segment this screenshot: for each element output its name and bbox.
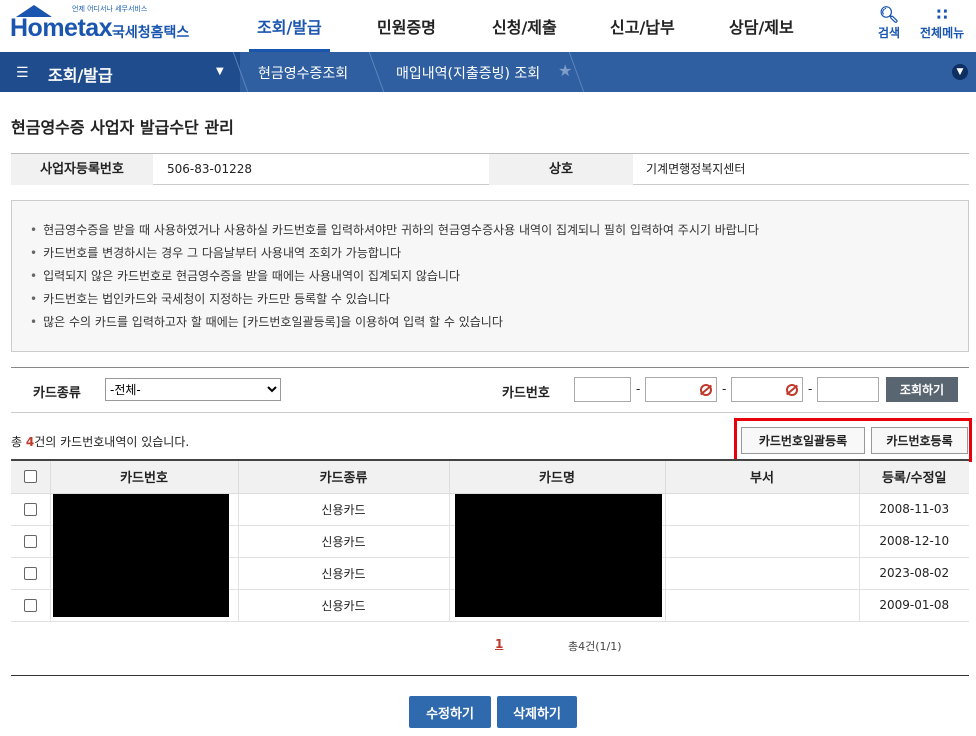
hidden-eye-icon	[786, 384, 798, 396]
search-panel: 카드종류 -전체- 카드번호 - - - 조회하기	[11, 367, 969, 413]
dash-separator: -	[722, 382, 727, 396]
search-icon: 🔍︎	[878, 5, 900, 24]
chevron-down-icon[interactable]: ▼	[952, 64, 968, 80]
delete-button[interactable]: 삭제하기	[497, 696, 577, 728]
card-type-select[interactable]: -전체-	[105, 378, 281, 401]
card-type-cell: 신용카드	[237, 588, 450, 622]
notice-item: 입력되지 않은 카드번호로 현금영수증을 받을 때에는 사용내역이 집계되지 않…	[30, 267, 460, 284]
row-checkbox[interactable]	[23, 599, 37, 612]
date-cell: 2008-12-10	[858, 524, 969, 558]
all-menu-label: 전체메뉴	[920, 26, 965, 40]
col-card-number: 카드번호	[49, 460, 239, 494]
row-checkbox[interactable]	[23, 503, 37, 516]
business-info: 사업자등록번호 506-83-01228 상호 기계면행정복지센터	[11, 153, 969, 185]
card-type-label: 카드종류	[33, 386, 81, 401]
dash-separator: -	[636, 382, 641, 396]
menu-dropdown[interactable]: ☰ 조회/발급 ▼	[0, 52, 240, 92]
count-suffix: 건의 카드번호내역이 있습니다.	[34, 435, 190, 449]
department-cell	[664, 588, 860, 622]
nav-report-pay[interactable]: 신고/납부	[610, 0, 675, 52]
count-number: 4	[25, 435, 35, 449]
location-bar: ☰ 조회/발급 ▼ 현금영수증조회 매입내역(지출증빙) 조회 ★ ▼	[0, 52, 976, 92]
card-number-input-1[interactable]	[574, 377, 631, 402]
grid-icon: ∷	[936, 5, 948, 24]
col-card-type: 카드종류	[237, 460, 450, 494]
card-number-input-4[interactable]	[817, 377, 879, 402]
select-all-checkbox[interactable]	[23, 470, 37, 484]
edit-button[interactable]: 수정하기	[409, 696, 491, 728]
divider	[11, 675, 969, 676]
department-cell	[664, 556, 860, 590]
logo-korean: 국세청홈택스	[112, 25, 190, 41]
page-link-current[interactable]: 1	[495, 637, 503, 651]
card-type-cell: 신용카드	[237, 556, 450, 590]
page-title: 현금영수증 사업자 발급수단 관리	[11, 118, 234, 137]
date-cell: 2008-11-03	[858, 492, 969, 526]
date-cell: 2023-08-02	[858, 556, 969, 590]
reg-number-label: 사업자등록번호	[11, 154, 153, 185]
page-summary: 총4건(1/1)	[568, 640, 622, 653]
logo-tagline: 언제 어디서나 세무서비스	[72, 5, 148, 13]
col-date: 등록/수정일	[858, 460, 969, 494]
col-department: 부서	[664, 460, 860, 494]
table-header-row: 카드번호 카드종류 카드명 부서 등록/수정일	[11, 460, 969, 494]
department-cell	[664, 524, 860, 558]
all-menu-button[interactable]: ∷ 전체메뉴	[920, 6, 964, 41]
bulk-register-button[interactable]: 카드번호일괄등록	[741, 427, 865, 454]
site-header: 언제 어디서나 세무서비스 Hometax 국세청홈택스 조회/발급 민원증명 …	[0, 0, 976, 52]
redacted-card-numbers	[53, 494, 229, 617]
notice-item: 현금영수증을 받을 때 사용하였거나 사용하실 카드번호를 입력하셔야만 귀하의…	[30, 221, 759, 238]
notice-item: 많은 수의 카드를 입력하고자 할 때에는 [카드번호일괄등록]을 이용하여 입…	[30, 313, 503, 330]
menu-title: 조회/발급	[48, 66, 113, 85]
hamburger-icon: ☰	[16, 65, 29, 81]
nav-apply-submit[interactable]: 신청/제출	[492, 0, 557, 52]
nav-certificates[interactable]: 민원증명	[377, 0, 436, 52]
nav-consult[interactable]: 상담/제보	[729, 0, 794, 52]
date-cell: 2009-01-08	[858, 588, 969, 622]
card-type-cell: 신용카드	[237, 492, 450, 526]
count-prefix: 총	[11, 435, 26, 449]
favorite-star-icon[interactable]: ★	[558, 61, 572, 80]
card-register-button[interactable]: 카드번호등록	[871, 427, 968, 454]
department-cell	[664, 492, 860, 526]
nav-inquiry-issue[interactable]: 조회/발급	[249, 0, 330, 52]
notice-item: 카드번호를 변경하시는 경우 그 다음날부터 사용내역 조회가 가능합니다	[30, 244, 401, 261]
logo-wordmark: Hometax	[10, 14, 113, 42]
row-checkbox[interactable]	[23, 535, 37, 548]
search-label: 검색	[878, 26, 901, 40]
breadcrumb-purchase-history[interactable]: 매입내역(지출증빙) 조회	[396, 63, 540, 83]
caret-down-icon: ▼	[216, 66, 224, 77]
card-number-input-3[interactable]	[731, 377, 803, 402]
notice-item: 카드번호는 법인카드와 국세청이 지정하는 카드만 등록할 수 있습니다	[30, 290, 390, 307]
search-button[interactable]: 🔍︎ 검색	[878, 6, 900, 41]
hidden-eye-icon	[700, 384, 712, 396]
redacted-card-names	[455, 494, 662, 617]
row-check-cell	[11, 556, 51, 590]
card-number-input-2[interactable]	[645, 377, 717, 402]
row-check-cell	[11, 588, 51, 622]
result-count: 총 4건의 카드번호내역이 있습니다.	[11, 433, 189, 450]
card-type-cell: 신용카드	[237, 524, 450, 558]
query-button[interactable]: 조회하기	[886, 377, 958, 402]
crumb-separator	[368, 52, 385, 92]
hometax-logo[interactable]: 언제 어디서나 세무서비스 Hometax 국세청홈택스	[10, 4, 210, 48]
notice-box: 현금영수증을 받을 때 사용하였거나 사용하실 카드번호를 입력하셔야만 귀하의…	[11, 200, 969, 352]
reg-number-value: 506-83-01228	[167, 162, 253, 176]
breadcrumb-cash-receipt[interactable]: 현금영수증조회	[258, 63, 348, 83]
business-name-value: 기계면행정복지센터	[646, 162, 746, 176]
card-number-label: 카드번호	[502, 386, 550, 401]
row-check-cell	[11, 492, 51, 526]
dash-separator: -	[808, 382, 813, 396]
select-all-cell	[11, 460, 51, 494]
business-name-label: 상호	[489, 154, 633, 185]
row-checkbox[interactable]	[23, 567, 37, 580]
col-card-name: 카드명	[448, 460, 666, 494]
row-check-cell	[11, 524, 51, 558]
